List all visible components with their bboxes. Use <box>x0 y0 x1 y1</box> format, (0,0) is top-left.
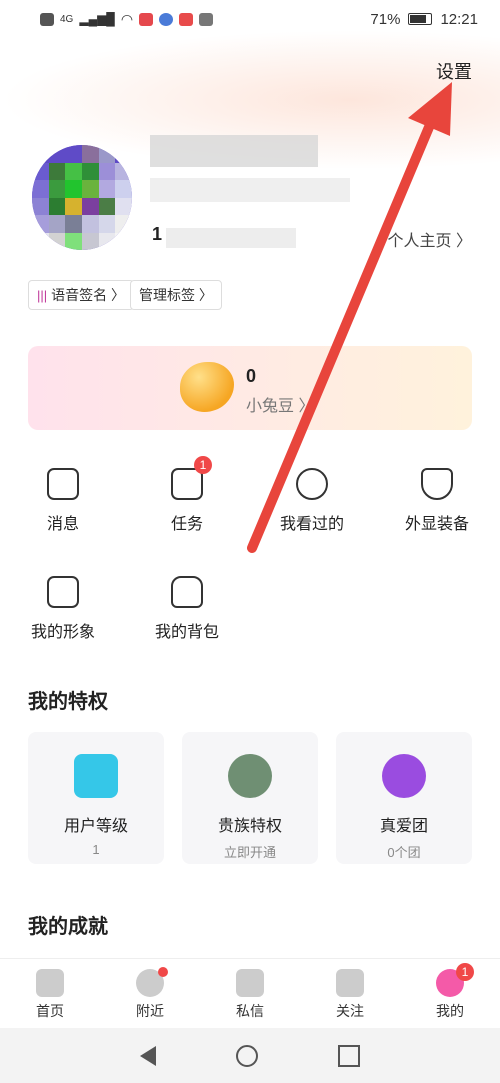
shirt-icon <box>47 576 79 608</box>
menu-history[interactable]: 我看过的 <box>267 468 357 534</box>
battery-icon <box>408 13 433 25</box>
avatar[interactable] <box>32 145 132 250</box>
battery-percent: 71% <box>370 10 401 28</box>
privilege-user-level-sub: 1 <box>92 842 100 857</box>
menu-backpack-label: 我的背包 <box>154 624 219 641</box>
voice-signature-label: 语音签名 〉 <box>51 287 126 303</box>
manage-tags-label: 管理标签 〉 <box>139 287 213 303</box>
menu-avatar-style-label: 我的形象 <box>30 624 95 641</box>
privilege-user-level-title: 用户等级 <box>63 818 128 835</box>
tab-home-label: 首页 <box>36 1003 64 1019</box>
tab-me-label: 我的 <box>436 1003 464 1019</box>
task-badge: 1 <box>194 456 212 474</box>
menu-equipment[interactable]: 外显装备 <box>392 468 482 534</box>
achievements-title: 我的成就 <box>28 916 108 938</box>
tab-home[interactable]: 首页 <box>0 959 100 1028</box>
privilege-fan-club-sub: 0个团 <box>387 845 421 860</box>
app-notification-icon <box>139 12 154 26</box>
privilege-noble-sub: 立即开通 <box>223 845 276 860</box>
noble-shield-icon <box>228 754 272 798</box>
user-id-blurred <box>166 228 296 248</box>
menu-tasks-label: 任务 <box>170 516 203 533</box>
bean-count: 0 <box>246 366 257 386</box>
clock-icon <box>296 468 328 500</box>
network-label: 4G <box>60 13 74 25</box>
tab-follow[interactable]: 关注 <box>300 959 400 1028</box>
hd-icon <box>40 12 54 26</box>
me-badge: 1 <box>456 963 474 981</box>
status-bar: 4G ▂▄▆█ ◠ 71% 12:21 <box>0 0 500 38</box>
bottom-tab-bar: 首页 附近 私信 关注 1 我的 <box>0 958 500 1028</box>
user-count: 1 <box>152 224 163 244</box>
audio-wave-icon: ||| <box>37 287 48 303</box>
privilege-fan-club-title: 真爱团 <box>379 818 428 835</box>
username-blurred-2 <box>150 178 350 202</box>
menu-messages[interactable]: 消息 <box>18 468 108 534</box>
clock: 12:21 <box>440 10 478 28</box>
mail-icon <box>236 969 264 997</box>
shield-icon <box>421 468 453 500</box>
music-icon <box>159 12 174 26</box>
beans-card[interactable]: 0 小兔豆 〉 <box>28 346 472 430</box>
wifi-icon: ◠ <box>120 10 134 27</box>
settings-button[interactable]: 设置 <box>436 58 472 84</box>
menu-messages-label: 消息 <box>46 516 79 533</box>
photo-app-icon <box>179 12 194 26</box>
signal-icon: ▂▄▆█ <box>79 12 115 26</box>
status-icons: 4G ▂▄▆█ ◠ <box>40 10 214 28</box>
menu-history-label: 我看过的 <box>279 516 344 533</box>
heart-pulse-icon <box>336 969 364 997</box>
system-nav-bar <box>0 1028 500 1083</box>
bean-label: 小兔豆 〉 <box>246 398 315 415</box>
menu-backpack[interactable]: 我的背包 <box>142 576 232 642</box>
back-button[interactable] <box>140 1045 156 1066</box>
recents-button[interactable] <box>338 1044 360 1067</box>
privilege-noble-title: 贵族特权 <box>217 818 282 835</box>
tab-nearby-label: 附近 <box>136 1003 164 1019</box>
bean-icon <box>180 362 234 412</box>
tab-nearby[interactable]: 附近 <box>100 959 200 1028</box>
profile-homepage-link[interactable]: 个人主页 〉 <box>388 227 472 251</box>
privilege-fan-club[interactable]: 真爱团 0个团 <box>336 732 472 864</box>
home-icon <box>36 969 64 997</box>
privilege-user-level[interactable]: 用户等级 1 <box>28 732 164 864</box>
tab-messages[interactable]: 私信 <box>200 959 300 1028</box>
privilege-noble[interactable]: 贵族特权 立即开通 <box>182 732 318 864</box>
status-right: 71% 12:21 <box>370 11 478 28</box>
message-icon <box>47 468 79 500</box>
menu-avatar-style[interactable]: 我的形象 <box>18 576 108 642</box>
privileges-title: 我的特权 <box>28 691 108 713</box>
menu-equipment-label: 外显装备 <box>404 516 469 533</box>
menu-tasks[interactable]: 1 任务 <box>142 456 232 534</box>
shield-status-icon <box>199 12 214 26</box>
home-button[interactable] <box>236 1044 258 1067</box>
tab-messages-label: 私信 <box>236 1003 264 1019</box>
tab-me[interactable]: 1 我的 <box>400 959 500 1028</box>
username-blurred <box>150 135 318 167</box>
heart-hands-icon <box>382 754 426 798</box>
tab-follow-label: 关注 <box>336 1003 364 1019</box>
nearby-dot <box>158 967 168 977</box>
backpack-icon <box>171 576 203 608</box>
manage-tags-button[interactable]: 管理标签 〉 <box>130 280 222 310</box>
voice-signature-tag[interactable]: ||| 语音签名 〉 <box>28 280 135 310</box>
diamond-icon <box>74 754 118 798</box>
